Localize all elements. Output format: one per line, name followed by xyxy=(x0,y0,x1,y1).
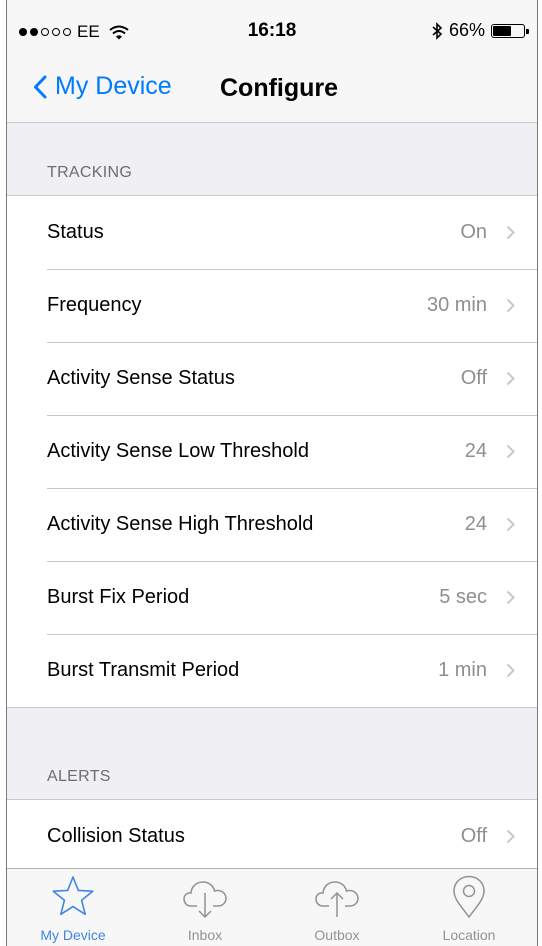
tab-my-device[interactable]: My Device xyxy=(7,869,139,946)
chevron-right-icon xyxy=(506,444,515,459)
row-value: 5 sec xyxy=(439,586,487,608)
chevron-right-icon xyxy=(506,298,515,313)
chevron-right-icon xyxy=(506,371,515,386)
tab-location[interactable]: Location xyxy=(403,869,535,946)
chevron-right-icon xyxy=(506,829,515,844)
row-value: 24 xyxy=(464,440,487,462)
phone-screen: EE 16:18 66% My Device Configure TRACKIN… xyxy=(6,0,538,946)
star-icon xyxy=(52,876,94,916)
tab-label: My Device xyxy=(40,927,106,943)
tracking-group: Status On Frequency 30 min Activity Sens… xyxy=(7,195,537,708)
top-bar: EE 16:18 66% My Device Configure xyxy=(7,0,537,123)
location-pin-icon xyxy=(453,875,485,919)
row-value: 24 xyxy=(464,513,487,535)
row-label: Burst Transmit Period xyxy=(47,659,240,681)
row-label: Activity Sense High Threshold xyxy=(47,513,314,535)
back-button-label: My Device xyxy=(55,72,172,100)
row-value: On xyxy=(460,221,487,243)
page-title: Configure xyxy=(220,74,339,102)
bluetooth-icon xyxy=(431,21,443,40)
row-label: Collision Status xyxy=(47,825,185,847)
battery-icon xyxy=(491,23,529,38)
tab-bar: My Device Inbox Outbox Location xyxy=(7,868,537,946)
tab-label: Inbox xyxy=(187,927,223,943)
alerts-group: Collision Status Off xyxy=(7,799,537,874)
row-label: Activity Sense Status xyxy=(47,367,235,389)
row-value: Off xyxy=(460,367,487,389)
battery-level-fill xyxy=(493,25,511,36)
row-value: 30 min xyxy=(426,294,487,316)
battery-percent: 66% xyxy=(448,20,485,40)
row-label: Activity Sense Low Threshold xyxy=(47,440,309,462)
chevron-left-icon xyxy=(34,75,47,98)
setting-row-burst-transmit-period[interactable]: Burst Transmit Period 1 min xyxy=(7,634,537,707)
chevron-right-icon xyxy=(506,517,515,532)
chevron-right-icon xyxy=(506,663,515,678)
status-bar: EE 16:18 66% xyxy=(7,0,537,62)
row-label: Status xyxy=(47,221,104,243)
row-value: Off xyxy=(460,825,487,847)
section-header-alerts: ALERTS xyxy=(47,768,111,785)
navigation-bar: My Device Configure xyxy=(7,62,537,122)
status-right: 66% xyxy=(431,20,529,41)
setting-row-status[interactable]: Status On xyxy=(7,196,537,269)
row-label: Frequency xyxy=(47,294,142,316)
tab-inbox[interactable]: Inbox xyxy=(139,869,271,946)
setting-row-activity-sense-low-threshold[interactable]: Activity Sense Low Threshold 24 xyxy=(7,415,537,488)
section-header-tracking: TRACKING xyxy=(47,164,133,181)
chevron-right-icon xyxy=(506,590,515,605)
setting-row-activity-sense-status[interactable]: Activity Sense Status Off xyxy=(7,342,537,415)
tab-label: Outbox xyxy=(314,927,360,943)
back-button[interactable]: My Device xyxy=(33,72,172,101)
tab-outbox[interactable]: Outbox xyxy=(271,869,403,946)
row-label: Burst Fix Period xyxy=(47,586,190,608)
chevron-right-icon xyxy=(506,225,515,240)
setting-row-frequency[interactable]: Frequency 30 min xyxy=(7,269,537,342)
setting-row-burst-fix-period[interactable]: Burst Fix Period 5 sec xyxy=(7,561,537,634)
setting-row-activity-sense-high-threshold[interactable]: Activity Sense High Threshold 24 xyxy=(7,488,537,561)
setting-row-collision-status[interactable]: Collision Status Off xyxy=(7,800,537,873)
tab-label: Location xyxy=(442,927,496,943)
cloud-upload-icon xyxy=(315,881,359,917)
row-value: 1 min xyxy=(438,659,487,681)
cloud-download-icon xyxy=(183,881,227,919)
